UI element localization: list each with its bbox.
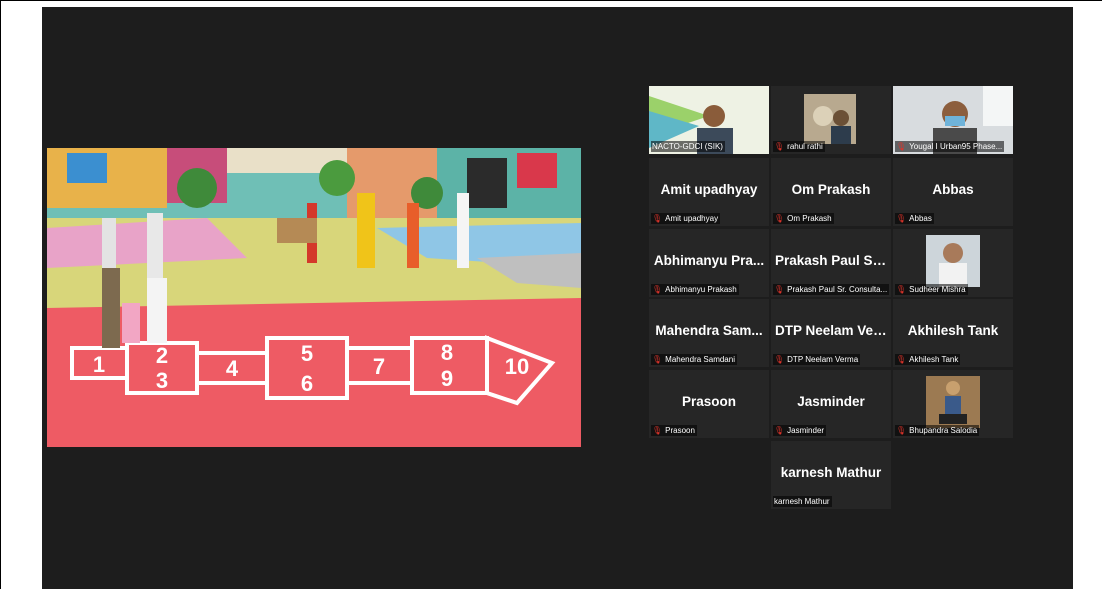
microphone-muted-icon: 🎙: [774, 426, 785, 435]
shared-screen: 1 2 3 4 5 6 7 8 9 10: [47, 148, 581, 447]
microphone-muted-icon: 🎙: [652, 285, 663, 294]
participant-display-name: Jasminder: [797, 394, 865, 409]
participant-display-name: Prakash Paul Sr....: [775, 253, 891, 268]
microphone-muted-icon: 🎙: [774, 285, 785, 294]
participant-display-name: Om Prakash: [791, 182, 871, 197]
participant-tile-prakash-paul[interactable]: Prakash Paul Sr.... 🎙 Prakash Paul Sr. Co…: [771, 229, 891, 297]
participant-tile-yougal[interactable]: 🎙 Yougal I Urban95 Phase...: [893, 86, 1013, 154]
participant-name-label: 🎙 Akhilesh Tank: [895, 354, 961, 365]
participant-tile-sudheer-mishra[interactable]: 🎙 Sudheer Mishra: [893, 229, 1013, 297]
microphone-muted-icon: 🎙: [896, 142, 907, 151]
hopscotch-number-1: 1: [93, 352, 105, 377]
participant-tile-amit-upadhyay[interactable]: Amit upadhyay 🎙 Amit upadhyay: [649, 158, 769, 226]
participant-tile-nacto-gdci[interactable]: NACTO-GDCI (SIK): [649, 86, 769, 154]
participant-name-label: NACTO-GDCI (SIK): [651, 141, 725, 152]
microphone-muted-icon: 🎙: [896, 285, 907, 294]
microphone-muted-icon: 🎙: [896, 426, 907, 435]
hopscotch-number-9: 9: [441, 366, 453, 391]
participant-name-label: 🎙 Om Prakash: [773, 213, 834, 224]
participant-name-label: 🎙 Amit upadhyay: [651, 213, 721, 224]
participant-display-name: Abhimanyu Pra...: [653, 253, 765, 268]
hopscotch-number-10: 10: [505, 354, 529, 379]
microphone-muted-icon: 🎙: [774, 214, 785, 223]
participant-display-name: Akhilesh Tank: [907, 323, 999, 338]
participant-tile-rahul-rathi[interactable]: 🎙 rahul rathi: [771, 86, 891, 154]
participant-tile-abhimanyu-prakash[interactable]: Abhimanyu Pra... 🎙 Abhimanyu Prakash: [649, 229, 769, 297]
participant-display-name: Abbas: [932, 182, 974, 197]
participant-name-label: 🎙 Mahendra Samdani: [651, 354, 737, 365]
window-left-border: [0, 0, 1, 589]
participant-tile-jasminder[interactable]: Jasminder 🎙 Jasminder: [771, 370, 891, 438]
participant-name-label: 🎙 rahul rathi: [773, 141, 825, 152]
hopscotch-number-5: 5: [301, 341, 313, 366]
participant-name-label: karnesh Mathur: [773, 496, 832, 507]
participant-display-name: Prasoon: [681, 394, 736, 409]
participant-display-name: Amit upadhyay: [660, 182, 758, 197]
participant-name-label: 🎙 Jasminder: [773, 425, 827, 436]
participant-name-label: 🎙 Prakash Paul Sr. Consulta...: [773, 284, 890, 295]
microphone-muted-icon: 🎙: [652, 355, 663, 364]
window-top-border: [0, 0, 1102, 1]
participant-name-label: 🎙 Bhupandra Salodia: [895, 425, 980, 436]
participant-tile-abbas[interactable]: Abbas 🎙 Abbas: [893, 158, 1013, 226]
microphone-muted-icon: 🎙: [896, 355, 907, 364]
microphone-muted-icon: 🎙: [774, 355, 785, 364]
participant-name-label: 🎙 Sudheer Mishra: [895, 284, 968, 295]
hopscotch-number-6: 6: [301, 371, 313, 396]
participant-tile-akhilesh-tank[interactable]: Akhilesh Tank 🎙 Akhilesh Tank: [893, 299, 1013, 367]
hopscotch-number-3: 3: [156, 368, 168, 393]
participant-tile-dtp-neelam-verma[interactable]: DTP Neelam Ver... 🎙 DTP Neelam Verma: [771, 299, 891, 367]
participant-tile-mahendra-samdani[interactable]: Mahendra Sam... 🎙 Mahendra Samdani: [649, 299, 769, 367]
participant-name-label: 🎙 Abbas: [895, 213, 934, 224]
participant-tile-prasoon[interactable]: Prasoon 🎙 Prasoon: [649, 370, 769, 438]
participant-display-name: karnesh Mathur: [780, 465, 882, 480]
participant-tile-om-prakash[interactable]: Om Prakash 🎙 Om Prakash: [771, 158, 891, 226]
participant-name-label: 🎙 Prasoon: [651, 425, 697, 436]
street-photo: 1 2 3 4 5 6 7 8 9 10: [47, 148, 581, 447]
hopscotch-number-4: 4: [226, 356, 239, 381]
meeting-window: 1 2 3 4 5 6 7 8 9 10 NACTO-GDCI (SIK) 🎙 …: [42, 7, 1073, 589]
participant-display-name: Mahendra Sam...: [655, 323, 763, 338]
hopscotch-number-8: 8: [441, 340, 453, 365]
participant-tile-bhupandra-salodia[interactable]: 🎙 Bhupandra Salodia: [893, 370, 1013, 438]
participant-name-label: 🎙 DTP Neelam Verma: [773, 354, 861, 365]
participant-name-label: 🎙 Yougal I Urban95 Phase...: [895, 141, 1005, 152]
microphone-muted-icon: 🎙: [652, 426, 663, 435]
microphone-muted-icon: 🎙: [652, 214, 663, 223]
participant-name-label: 🎙 Abhimanyu Prakash: [651, 284, 739, 295]
hopscotch-number-2: 2: [156, 343, 168, 368]
participant-tile-karnesh-mathur[interactable]: karnesh Mathur karnesh Mathur: [771, 441, 891, 509]
participant-display-name: DTP Neelam Ver...: [775, 323, 889, 338]
hopscotch-number-7: 7: [373, 354, 385, 379]
microphone-muted-icon: 🎙: [774, 142, 785, 151]
microphone-muted-icon: 🎙: [896, 214, 907, 223]
